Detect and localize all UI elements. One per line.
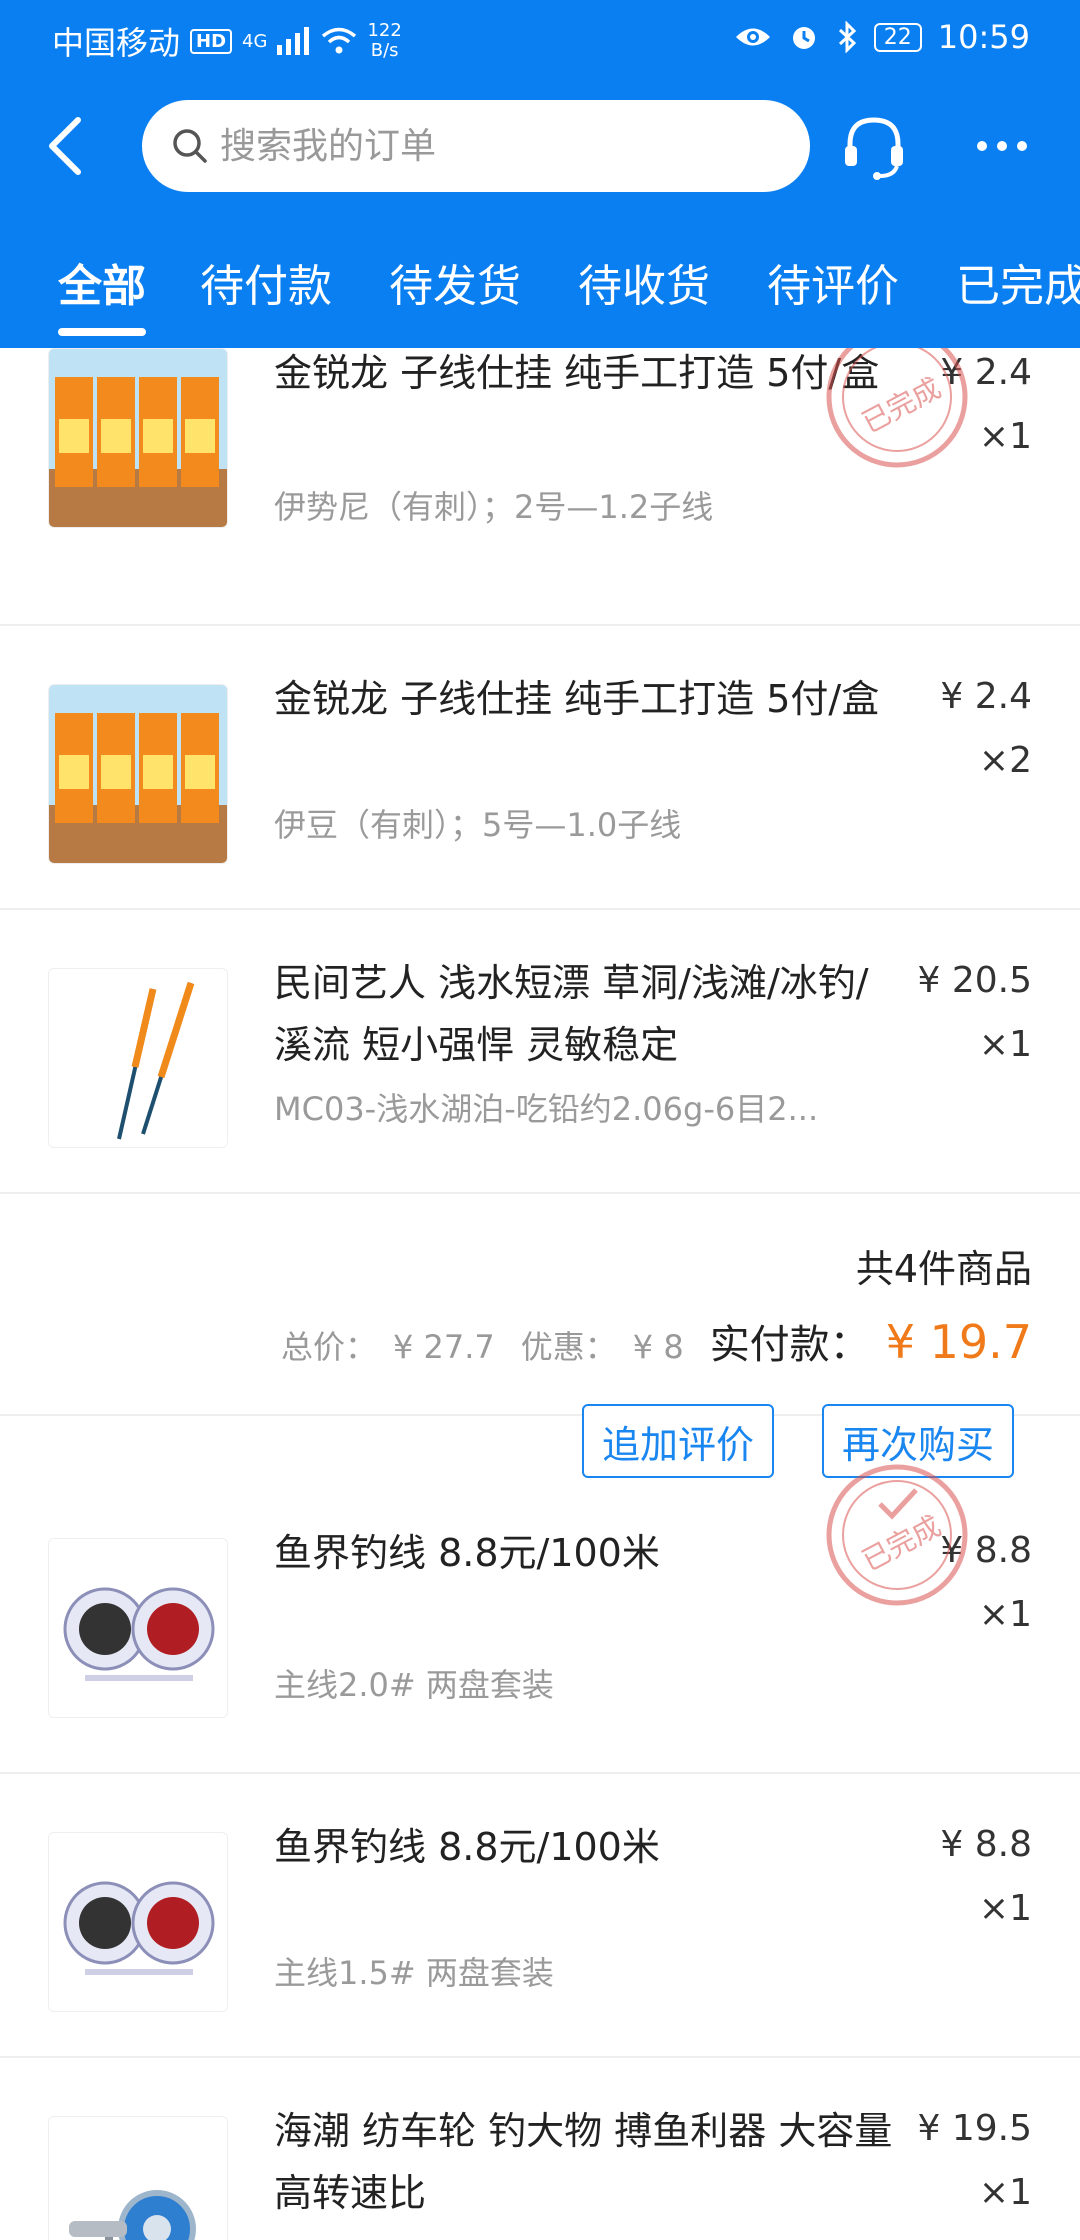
- paid-value: ¥ 19.7: [885, 1315, 1032, 1369]
- tab-pending-review[interactable]: 待评价: [767, 250, 899, 314]
- product-spec: 伊势尼（有刺）；2号—1.2子线: [274, 488, 714, 526]
- paid-label: 实付款：: [709, 1322, 870, 1368]
- product-quantity: ×1: [978, 2172, 1032, 2213]
- status-time: 10:59: [937, 18, 1030, 56]
- order-list: 金锐龙 子线仕挂 纯手工打造 5付/盒 伊势尼（有刺）；2号—1.2子线 ¥ 2…: [0, 348, 1080, 2240]
- total-label: 总价：: [280, 1328, 377, 1366]
- product-spec: MC03-浅水湖泊-吃铅约2.06g-6目2...: [274, 1090, 819, 1128]
- product-title: 金锐龙 子线仕挂 纯手工打造 5付/盒: [274, 677, 880, 721]
- tab-completed[interactable]: 已完成: [956, 250, 1080, 314]
- more-icon[interactable]: [972, 116, 1032, 176]
- product-price: ¥ 20.5: [917, 960, 1032, 1001]
- product-title: 民间艺人 浅水短漂 草洞/浅滩/冰钓/溪流 短小强悍 灵敏稳定: [274, 961, 869, 1067]
- hd-badge: HD: [190, 28, 233, 54]
- product-thumbnail: [48, 968, 228, 1148]
- discount-value: ¥ 8: [632, 1328, 684, 1366]
- eye-icon: [735, 28, 770, 46]
- product-title: 金锐龙 子线仕挂 纯手工打造 5付/盒: [274, 351, 880, 395]
- search-bar[interactable]: [142, 100, 810, 192]
- product-spec: 伊豆（有刺）；5号—1.0子线: [274, 806, 682, 844]
- battery-indicator: 22: [873, 22, 922, 52]
- stamp-text: 已完成: [857, 371, 947, 440]
- discount-label: 优惠：: [520, 1328, 617, 1366]
- product-spec: 主线2.0# 两盘套装: [274, 1666, 554, 1704]
- customer-service-icon[interactable]: [838, 110, 910, 182]
- item-count: 共4件商品: [855, 1247, 1032, 1291]
- search-input[interactable]: [220, 116, 780, 176]
- total-value: ¥ 27.7: [393, 1328, 495, 1366]
- list-item[interactable]: 民间艺人 浅水短漂 草洞/浅滩/冰钓/溪流 短小强悍 灵敏稳定 MC03-浅水湖…: [0, 910, 1080, 1194]
- search-icon: [173, 129, 207, 163]
- net-speed-unit: B/s: [370, 40, 399, 61]
- product-spec: 主线1.5# 两盘套装: [274, 1954, 554, 1992]
- list-item[interactable]: 鱼界钓线 8.8元/100米 主线2.0# 两盘套装 ¥ 8.8 ×1 已完成: [0, 1464, 1080, 1774]
- stamp-text: 已完成: [857, 1509, 947, 1578]
- list-item[interactable]: 鱼界钓线 8.8元/100米 主线1.5# 两盘套装 ¥ 8.8 ×1: [0, 1774, 1080, 2058]
- product-price: ¥ 19.5: [917, 2108, 1032, 2149]
- tab-all[interactable]: 全部: [58, 250, 146, 314]
- product-price: ¥ 2.4: [940, 676, 1032, 717]
- product-title: 海潮 纺车轮 钓大物 搏鱼利器 大容量 高转速比: [274, 2109, 893, 2215]
- alarm-icon: [792, 27, 815, 49]
- wifi-icon: [322, 27, 357, 54]
- list-item[interactable]: 金锐龙 子线仕挂 纯手工打造 5付/盒 伊豆（有刺）；5号—1.0子线 ¥ 2.…: [0, 626, 1080, 910]
- tab-pending-receipt[interactable]: 待收货: [578, 250, 710, 314]
- completed-stamp-icon: 已完成: [826, 348, 968, 468]
- tab-pending-payment[interactable]: 待付款: [200, 250, 332, 314]
- header: 中国移动 HD 4G 122 B/s 22 10:59 全部 待付款: [0, 0, 1080, 348]
- product-quantity: ×1: [978, 416, 1032, 457]
- product-price: ¥ 8.8: [940, 1824, 1032, 1865]
- net-speed-value: 122: [367, 20, 402, 41]
- product-title: 鱼界钓线 8.8元/100米: [274, 1531, 660, 1575]
- status-bar: 中国移动 HD 4G 122 B/s 22 10:59: [0, 0, 1080, 82]
- tab-pending-shipment[interactable]: 待发货: [389, 250, 521, 314]
- list-item[interactable]: 金锐龙 子线仕挂 纯手工打造 5付/盒 伊势尼（有刺）；2号—1.2子线 ¥ 2…: [0, 348, 1080, 626]
- list-item[interactable]: 海潮 纺车轮 钓大物 搏鱼利器 大容量 高转速比 ¥ 19.5 ×1: [0, 2058, 1080, 2240]
- nav-row: [0, 96, 1080, 196]
- product-thumbnail: [48, 1538, 228, 1718]
- net-speed: 122 B/s: [367, 21, 401, 61]
- bluetooth-icon: [838, 21, 856, 53]
- product-thumbnail: [48, 684, 228, 864]
- signal-icon: [277, 27, 310, 55]
- order-summary: 共4件商品 总价： ¥ 27.7 优惠： ¥ 8 实付款： ¥ 19.7: [0, 1194, 1080, 1416]
- back-icon[interactable]: [38, 114, 98, 178]
- product-quantity: ×2: [978, 740, 1032, 781]
- product-thumbnail: [48, 1832, 228, 2012]
- completed-stamp-icon: 已完成: [826, 1464, 968, 1606]
- product-title: 鱼界钓线 8.8元/100米: [274, 1825, 660, 1869]
- product-thumbnail: [48, 2116, 228, 2240]
- product-thumbnail: [48, 348, 228, 528]
- product-quantity: ×1: [978, 1024, 1032, 1065]
- product-quantity: ×1: [978, 1594, 1032, 1635]
- network-type-label: 4G: [242, 30, 268, 52]
- active-tab-indicator: [58, 328, 146, 336]
- add-review-button[interactable]: 追加评价: [582, 1404, 775, 1478]
- order-totals: 总价： ¥ 27.7 优惠： ¥ 8 实付款： ¥ 19.7: [281, 1312, 1032, 1370]
- order-tabs: 全部 待付款 待发货 待收货 待评价 已完成: [0, 240, 1080, 348]
- carrier-label: 中国移动: [52, 24, 181, 62]
- product-quantity: ×1: [978, 1888, 1032, 1929]
